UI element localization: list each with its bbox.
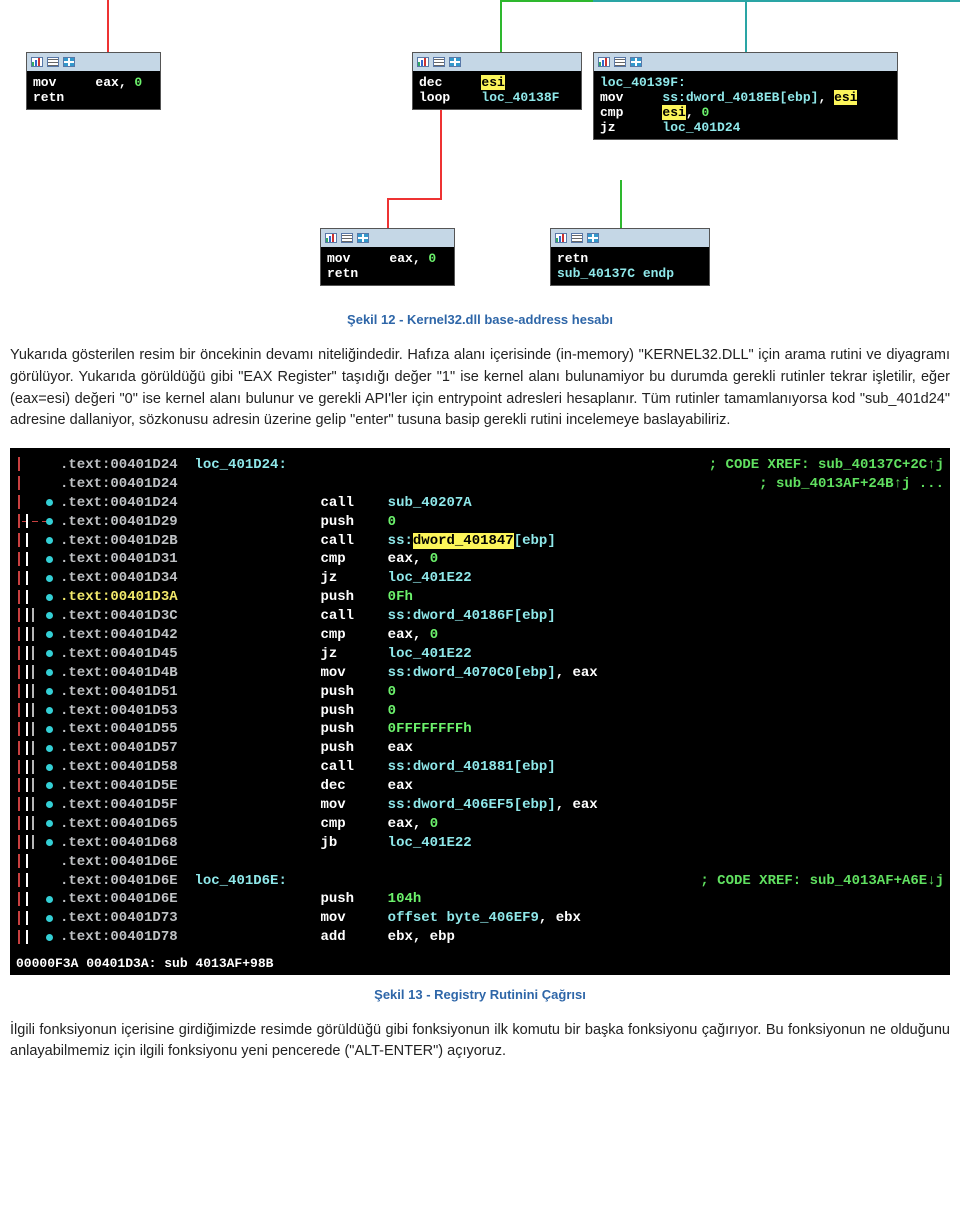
- asm-line[interactable]: .text:00401D68 jb loc_401E22: [16, 834, 944, 853]
- graph-node-5[interactable]: retn sub_40137C endp: [550, 228, 710, 286]
- asm-line[interactable]: .text:00401D5E dec eax: [16, 777, 944, 796]
- asm-line[interactable]: .text:00401D58 call ss:dword_401881[ebp]: [16, 758, 944, 777]
- node-body: mov eax, 0 retn: [27, 71, 160, 109]
- graph-node-1[interactable]: mov eax, 0 retn: [26, 52, 161, 110]
- grid-icon: [357, 233, 369, 243]
- menu-icon: [341, 233, 353, 243]
- menu-icon: [433, 57, 445, 67]
- chart-icon: [325, 233, 337, 243]
- node-title: [551, 229, 709, 247]
- asm-line[interactable]: .text:00401D45 jz loc_401E22: [16, 645, 944, 664]
- asm-line[interactable]: .text:00401D24 loc_401D24:; CODE XREF: s…: [16, 456, 944, 475]
- graph-node-4[interactable]: mov eax, 0 retn: [320, 228, 455, 286]
- asm-line[interactable]: .text:00401D51 push 0: [16, 683, 944, 702]
- asm-line[interactable]: .text:00401D31 cmp eax, 0: [16, 550, 944, 569]
- edge-red-2s: [440, 110, 442, 200]
- asm-line[interactable]: .text:00401D2B call ss:dword_401847[ebp]: [16, 532, 944, 551]
- asm-line[interactable]: .text:00401D5F mov ss:dword_406EF5[ebp],…: [16, 796, 944, 815]
- edge-red-2: [387, 198, 389, 232]
- edge-teal-h: [593, 0, 960, 2]
- node-body: retn sub_40137C endp: [551, 247, 709, 285]
- asm-line[interactable]: .text:00401D24 call sub_40207A: [16, 494, 944, 513]
- menu-icon: [571, 233, 583, 243]
- graph-node-2[interactable]: dec esi loop loc_40138F: [412, 52, 582, 110]
- paragraph-2: İlgili fonksiyonun içerisine girdiğimizd…: [0, 1020, 960, 1064]
- chart-icon: [31, 57, 43, 67]
- grid-icon: [630, 57, 642, 67]
- chart-icon: [417, 57, 429, 67]
- asm-line[interactable]: .text:00401D6E: [16, 853, 944, 872]
- asm-line[interactable]: .text:00401D6E loc_401D6E:; CODE XREF: s…: [16, 872, 944, 891]
- ida-graph-area: mov eax, 0 retn dec esi loop loc_40138F …: [0, 0, 960, 300]
- edge-green-2: [620, 180, 622, 230]
- menu-icon: [614, 57, 626, 67]
- asm-line[interactable]: .text:00401D42 cmp eax, 0: [16, 626, 944, 645]
- asm-line[interactable]: .text:00401D29 push 0: [16, 513, 944, 532]
- asm-line[interactable]: .text:00401D3A push 0Fh: [16, 588, 944, 607]
- edge-red: [107, 0, 109, 52]
- grid-icon: [449, 57, 461, 67]
- chart-icon: [555, 233, 567, 243]
- node-title: [321, 229, 454, 247]
- asm-line[interactable]: .text:00401D53 push 0: [16, 702, 944, 721]
- graph-node-3[interactable]: loc_40139F: mov ss:dword_4018EB[ebp], es…: [593, 52, 898, 140]
- asm-line[interactable]: .text:00401D4B mov ss:dword_4070C0[ebp],…: [16, 664, 944, 683]
- figure-caption-12: Şekil 12 - Kernel32.dll base-address hes…: [0, 312, 960, 327]
- asm-line[interactable]: .text:00401D6E push 104h: [16, 890, 944, 909]
- asm-line[interactable]: .text:00401D65 cmp eax, 0: [16, 815, 944, 834]
- grid-icon: [63, 57, 75, 67]
- node-body: loc_40139F: mov ss:dword_4018EB[ebp], es…: [594, 71, 897, 139]
- chart-icon: [598, 57, 610, 67]
- figure-caption-13: Şekil 13 - Registry Rutinini Çağrısı: [0, 987, 960, 1002]
- asm-line[interactable]: .text:00401D57 push eax: [16, 739, 944, 758]
- menu-icon: [47, 57, 59, 67]
- node-title: [413, 53, 581, 71]
- asm-line[interactable]: .text:00401D3C call ss:dword_40186F[ebp]: [16, 607, 944, 626]
- ida-status-bar: 00000F3A 00401D3A: sub 4013AF+98B: [10, 953, 950, 975]
- edge-red-2h: [387, 198, 441, 200]
- asm-line[interactable]: .text:00401D73 mov offset byte_406EF9, e…: [16, 909, 944, 928]
- node-title: [27, 53, 160, 71]
- asm-line[interactable]: .text:00401D24; sub_4013AF+24B↑j ...: [16, 475, 944, 494]
- node-title: [594, 53, 897, 71]
- asm-line[interactable]: .text:00401D34 jz loc_401E22: [16, 569, 944, 588]
- node-body: dec esi loop loc_40138F: [413, 71, 581, 109]
- node-body: mov eax, 0 retn: [321, 247, 454, 285]
- ida-listing[interactable]: .text:00401D24 loc_401D24:; CODE XREF: s…: [10, 448, 950, 975]
- edge-teal-1: [745, 0, 747, 52]
- paragraph-1: Yukarıda gösterilen resim bir öncekinin …: [0, 345, 960, 432]
- grid-icon: [587, 233, 599, 243]
- asm-line[interactable]: .text:00401D55 push 0FFFFFFFFh: [16, 720, 944, 739]
- asm-line[interactable]: .text:00401D78 add ebx, ebp: [16, 928, 944, 947]
- edge-green-1: [500, 0, 502, 52]
